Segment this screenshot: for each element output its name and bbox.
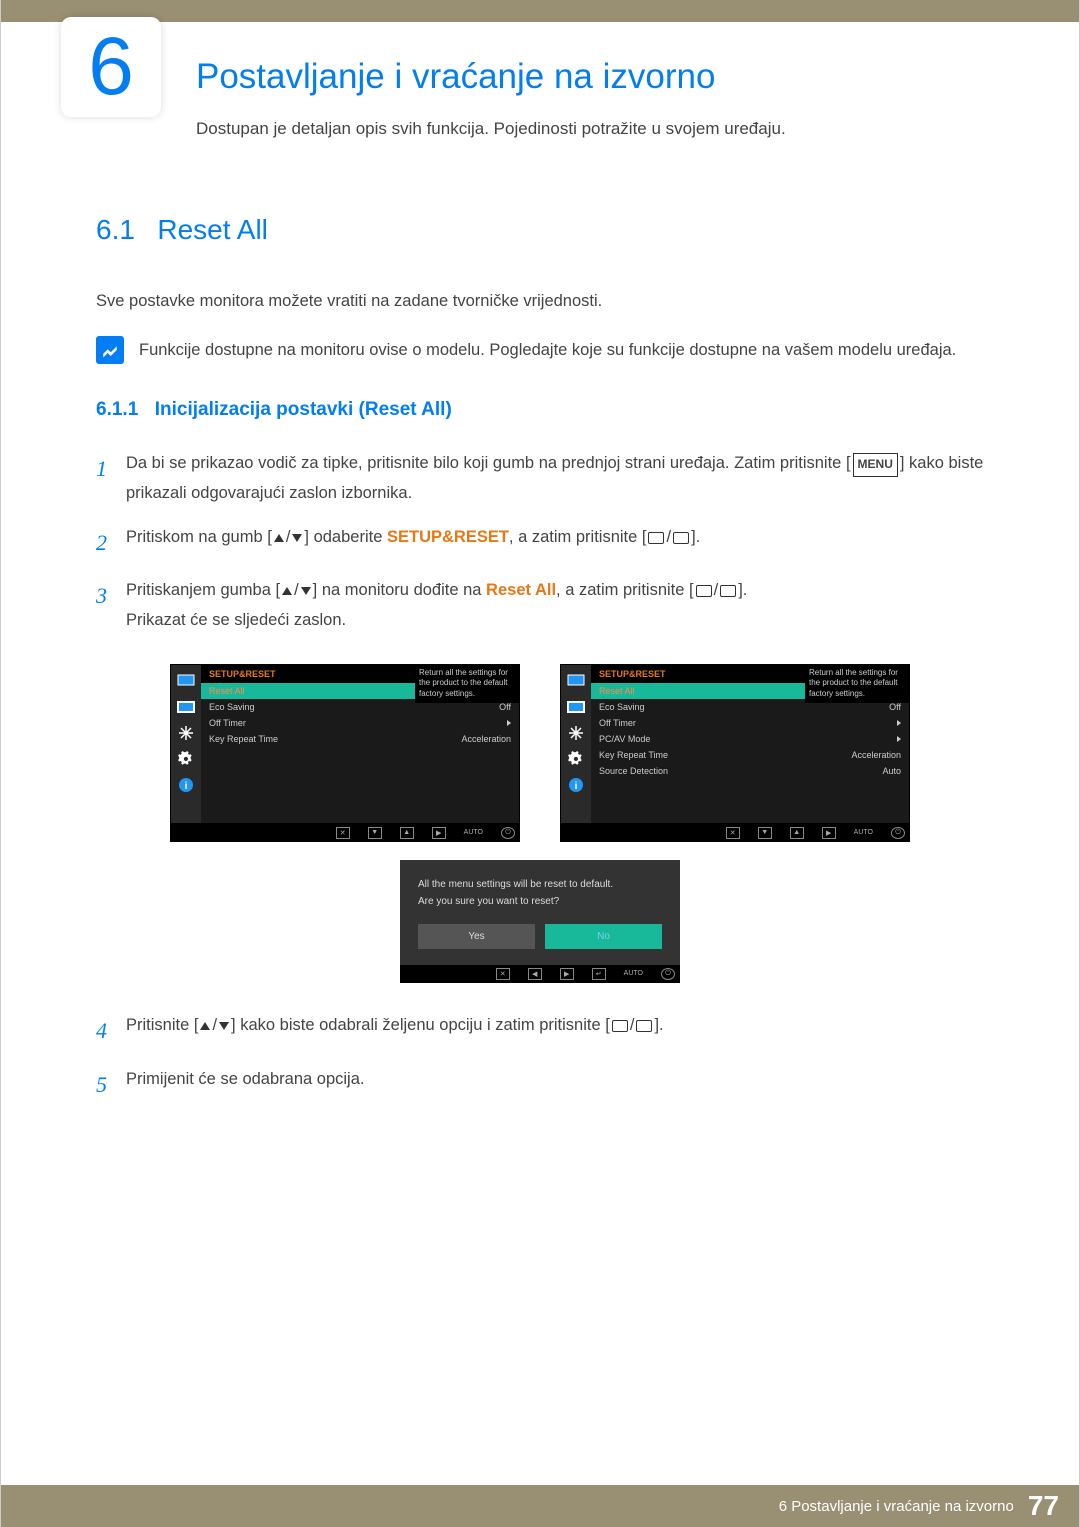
close-icon: ✕	[726, 827, 740, 839]
highlight-reset-all: Reset All	[486, 582, 556, 600]
picture-icon	[566, 699, 586, 715]
power-icon: ⏻	[501, 827, 515, 839]
osd-menu-item: Off Timer	[591, 715, 909, 731]
step-number: 4	[96, 1011, 126, 1051]
close-icon: ✕	[496, 968, 510, 980]
note-icon	[96, 336, 124, 364]
step-text: Pritisnite [/] kako biste odabrali želje…	[126, 1011, 984, 1051]
power-icon: ⏻	[661, 968, 675, 980]
osd-sidebar: i	[171, 665, 201, 823]
svg-text:i: i	[575, 781, 578, 792]
gear-icon	[176, 751, 196, 767]
auto-label: AUTO	[464, 829, 483, 836]
right-icon: ▶	[822, 827, 836, 839]
down-icon: ▼	[758, 827, 772, 839]
osd-screenshot-left: i SETUP&RESET Reset AllEco SavingOffOff …	[170, 664, 520, 842]
osd-tooltip: Return all the settings for the product …	[805, 664, 910, 703]
dialog-text-1: All the menu settings will be reset to d…	[418, 876, 662, 893]
menu-button-icon: MENU	[853, 453, 898, 477]
chapter-number: 6	[61, 17, 161, 117]
svg-text:i: i	[185, 781, 188, 792]
osd-sidebar: i	[561, 665, 591, 823]
resize-icon	[176, 725, 196, 741]
step-text: Pritiskanjem gumba [/] na monitoru dođit…	[126, 576, 984, 636]
up-down-icon: /	[200, 1011, 229, 1041]
enter-icon: /	[648, 523, 689, 553]
dialog-nav-bar: ✕ ◀ ▶ ↵ AUTO ⏻	[400, 965, 680, 983]
dialog-text-2: Are you sure you want to reset?	[418, 893, 662, 910]
page-number: 77	[1028, 1490, 1059, 1522]
subsection-number: 6.1.1	[96, 399, 138, 420]
down-icon: ▼	[368, 827, 382, 839]
info-icon: i	[566, 777, 586, 793]
osd-menu-item: Key Repeat TimeAcceleration	[201, 731, 519, 747]
note-text: Funkcije dostupne na monitoru ovise o mo…	[139, 336, 956, 364]
step-text: Pritiskom na gumb [/] odaberite SETUP&RE…	[126, 523, 984, 563]
section-description: Sve postavke monitora možete vratiti na …	[96, 288, 984, 314]
enter-icon: ↵	[592, 968, 606, 980]
up-icon: ▲	[790, 827, 804, 839]
section-heading: 6.1 Reset All	[96, 214, 984, 246]
right-icon: ▶	[432, 827, 446, 839]
left-icon: ◀	[528, 968, 542, 980]
chapter-subtitle: Dostupan je detaljan opis svih funkcija.…	[196, 119, 1039, 139]
osd-menu-list: Reset AllEco SavingOffOff TimerPC/AV Mod…	[591, 683, 909, 823]
osd-nav-bar: ✕ ▼ ▲ ▶ AUTO ⏻	[560, 824, 910, 842]
step-text: Da bi se prikazao vodič za tipke, pritis…	[126, 449, 984, 508]
confirm-dialog: All the menu settings will be reset to d…	[400, 860, 680, 983]
chapter-badge: 6	[61, 17, 161, 117]
picture-icon	[176, 699, 196, 715]
right-icon: ▶	[560, 968, 574, 980]
up-down-icon: /	[282, 576, 311, 606]
top-bar	[1, 0, 1079, 22]
osd-menu-item: Off Timer	[201, 715, 519, 731]
highlight-setup-reset: SETUP&RESET	[387, 528, 509, 546]
section-title: Reset All	[157, 214, 268, 246]
yes-button[interactable]: Yes	[418, 924, 535, 949]
step-number: 5	[96, 1065, 126, 1105]
resize-icon	[566, 725, 586, 741]
up-down-icon: /	[274, 523, 303, 553]
osd-screenshot-right: i SETUP&RESET Reset AllEco SavingOffOff …	[560, 664, 910, 842]
step-text: Primijenit će se odabrana opcija.	[126, 1065, 984, 1105]
chapter-title: Postavljanje i vraćanje na izvorno	[196, 22, 1039, 97]
osd-menu-list: Reset AllEco SavingOffOff TimerKey Repea…	[201, 683, 519, 823]
power-icon: ⏻	[891, 827, 905, 839]
info-icon: i	[176, 777, 196, 793]
gear-icon	[566, 751, 586, 767]
no-button[interactable]: No	[545, 924, 662, 949]
page-footer: 6 Postavljanje i vraćanje na izvorno 77	[1, 1485, 1079, 1527]
osd-menu-item: PC/AV Mode	[591, 731, 909, 747]
auto-label: AUTO	[624, 970, 643, 977]
footer-chapter-title: 6 Postavljanje i vraćanje na izvorno	[779, 1498, 1014, 1515]
enter-icon: /	[612, 1011, 653, 1041]
step-number: 3	[96, 576, 126, 636]
osd-menu-item: Key Repeat TimeAcceleration	[591, 747, 909, 763]
osd-nav-bar: ✕ ▼ ▲ ▶ AUTO ⏻	[170, 824, 520, 842]
section-number: 6.1	[96, 214, 135, 246]
close-icon: ✕	[336, 827, 350, 839]
monitor-icon	[176, 673, 196, 689]
osd-menu-item: Source DetectionAuto	[591, 763, 909, 779]
step-number: 2	[96, 523, 126, 563]
osd-tooltip: Return all the settings for the product …	[415, 664, 520, 703]
auto-label: AUTO	[854, 829, 873, 836]
up-icon: ▲	[400, 827, 414, 839]
enter-icon: /	[696, 576, 737, 606]
monitor-icon	[566, 673, 586, 689]
subsection-title: Inicijalizacija postavki (Reset All)	[155, 399, 452, 420]
step-number: 1	[96, 449, 126, 508]
subsection-heading: 6.1.1 Inicijalizacija postavki (Reset Al…	[96, 399, 984, 421]
